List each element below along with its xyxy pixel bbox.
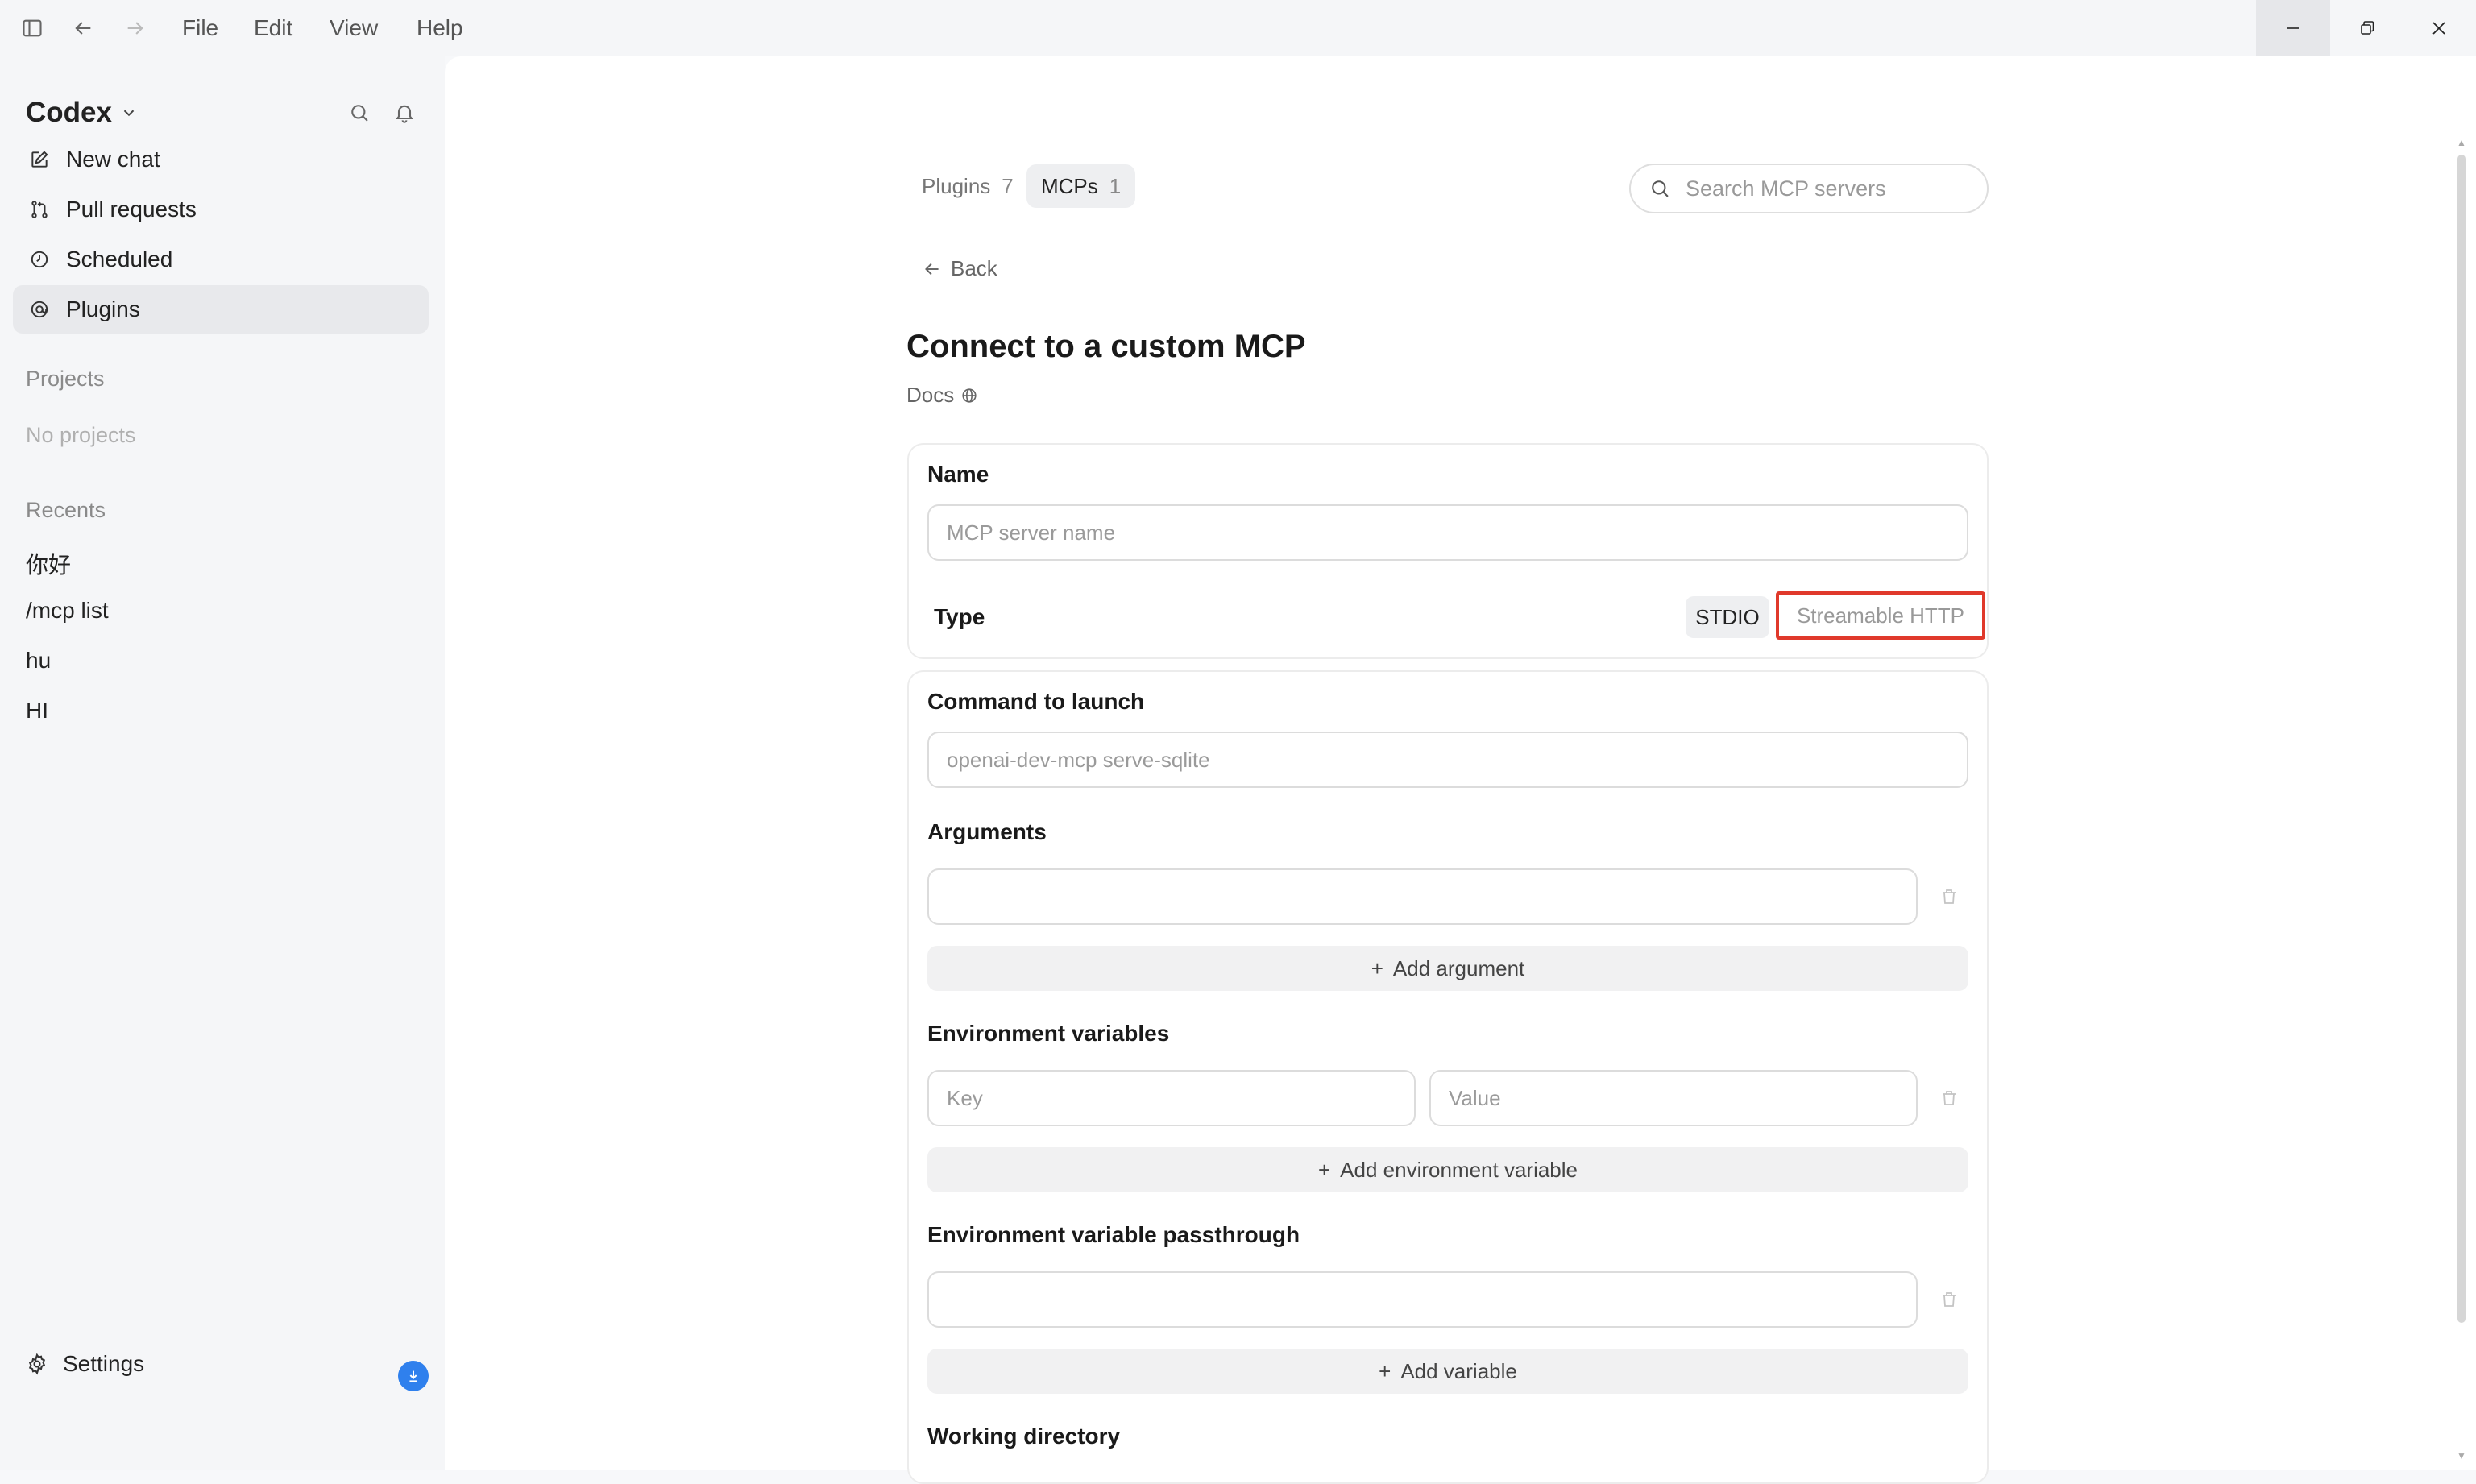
globe-icon [962,388,977,403]
edit-icon [27,147,52,172]
clock-icon [27,247,52,272]
projects-heading: Projects [26,367,105,391]
plus-icon: + [1371,955,1383,980]
brand-name: Codex [26,97,112,128]
add-variable-label: Add variable [1400,1358,1517,1383]
bell-icon[interactable] [388,97,421,129]
add-variable-button[interactable]: + Add variable [927,1349,1968,1394]
download-update-icon[interactable] [398,1361,429,1391]
command-field[interactable] [927,732,1968,788]
workspace-switcher[interactable]: Codex [26,97,138,129]
passthrough-field[interactable] [927,1271,1918,1328]
menu-edit[interactable]: Edit [254,15,292,42]
menu-help[interactable]: Help [417,15,463,42]
back-label: Back [951,256,997,280]
env-key-input[interactable] [945,1084,1394,1112]
type-streamable-http-option[interactable]: Streamable HTTP [1776,591,1985,640]
sidebar-toggle-icon[interactable] [18,14,47,43]
chevron-down-icon [123,110,135,117]
recents-heading: Recents [26,498,106,522]
delete-argument-icon[interactable] [1937,885,1961,909]
add-env-variable-button[interactable]: + Add environment variable [927,1147,1968,1192]
search-mcp-servers[interactable] [1629,164,1989,213]
back-arrow-icon[interactable] [68,14,97,43]
delete-passthrough-icon[interactable] [1937,1287,1961,1312]
menu-file[interactable]: File [182,15,218,42]
name-label: Name [927,462,989,487]
command-label: Command to launch [927,689,1145,714]
docs-label: Docs [906,383,955,407]
sidebar-item-scheduled[interactable]: Scheduled [13,235,429,284]
sidebar-item-label: Plugins [66,296,140,321]
recent-item[interactable]: 你好 [26,548,71,580]
back-button[interactable]: Back [922,256,997,281]
name-input[interactable] [945,519,1919,546]
argument-field[interactable] [927,868,1918,925]
tab-count: 7 [1002,173,1014,198]
env-key-field[interactable] [927,1070,1416,1126]
env-value-input[interactable] [1447,1084,1896,1112]
type-label: Type [934,604,985,629]
settings-label: Settings [63,1351,145,1376]
forward-arrow-icon[interactable] [121,14,150,43]
settings-button[interactable]: Settings [26,1351,144,1377]
plus-icon: + [1379,1358,1391,1383]
arguments-label: Arguments [927,819,1047,844]
add-env-variable-label: Add environment variable [1340,1157,1578,1182]
minimize-button[interactable] [2256,0,2330,56]
working-directory-label: Working directory [927,1424,1121,1449]
title-bar: File Edit View Help [0,0,2476,56]
menu-view[interactable]: View [330,15,378,42]
sidebar-item-plugins[interactable]: Plugins [13,285,429,334]
tab-mcps[interactable]: MCPs 1 [1026,164,1136,208]
env-variables-label: Environment variables [927,1021,1170,1046]
docs-link[interactable]: Docs [906,383,978,408]
tab-count: 1 [1109,173,1122,198]
command-input[interactable] [945,746,1919,773]
tab-plugins[interactable]: Plugins 7 [907,164,1028,208]
scroll-up-icon[interactable]: ▲ [2456,137,2467,148]
sidebar-item-label: Scheduled [66,247,173,272]
name-field[interactable] [927,504,1968,561]
tab-label: MCPs [1041,173,1098,198]
pull-request-icon [27,197,52,222]
restore-button[interactable] [2330,0,2404,56]
no-projects-text: No projects [26,423,136,447]
sidebar-item-new-chat[interactable]: New chat [13,135,429,184]
argument-input[interactable] [945,883,1871,910]
sidebar-item-pull-requests[interactable]: Pull requests [13,185,429,234]
add-argument-label: Add argument [1392,955,1525,980]
recent-item[interactable]: /mcp list [26,598,109,624]
passthrough-input[interactable] [945,1286,1871,1313]
close-button[interactable] [2402,0,2476,56]
plugin-icon [27,297,52,321]
scroll-down-icon[interactable]: ▼ [2456,1450,2467,1461]
scrollbar[interactable] [2457,155,2466,1323]
add-argument-button[interactable]: + Add argument [927,946,1968,991]
gear-icon [26,1353,48,1375]
tab-label: Plugins [922,173,991,198]
sidebar-item-label: Pull requests [66,197,197,222]
search-input[interactable] [1684,175,1961,202]
delete-env-variable-icon[interactable] [1937,1086,1961,1110]
page-title: Connect to a custom MCP [906,329,1306,364]
recent-item[interactable]: hu [26,648,51,674]
plus-icon: + [1317,1157,1331,1182]
recent-item[interactable]: HI [26,698,48,723]
type-stdio-option[interactable]: STDIO [1686,596,1769,638]
sidebar-item-label: New chat [66,147,160,172]
search-icon [1649,177,1671,200]
back-arrow-icon [925,263,939,275]
env-value-field[interactable] [1429,1070,1918,1126]
search-icon[interactable] [343,97,375,129]
passthrough-label: Environment variable passthrough [927,1222,1300,1247]
sidebar: Codex New chat Pull requests Scheduled P… [0,56,445,1470]
